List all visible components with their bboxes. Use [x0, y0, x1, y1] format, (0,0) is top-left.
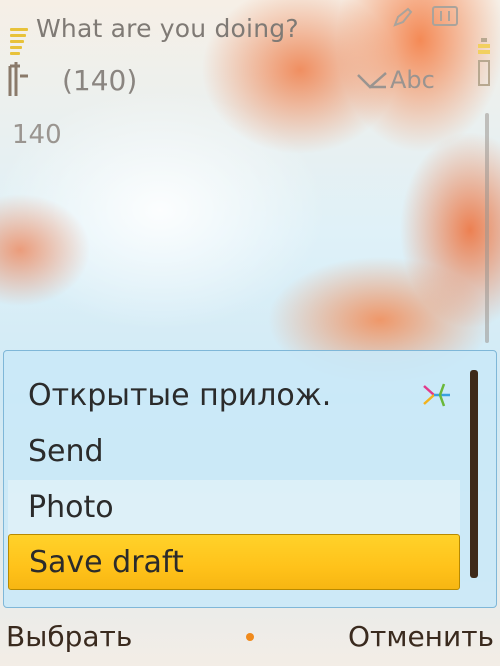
page-title: What are you doing? [36, 14, 299, 43]
text-scrollbar[interactable] [485, 113, 489, 343]
menu-scrollbar[interactable] [470, 370, 478, 578]
input-mode-indicator: Abc [356, 66, 435, 94]
antenna-icon [8, 62, 28, 96]
cancel-softkey[interactable]: Отменить [348, 620, 494, 653]
softkey-bar: Выбрать Отменить [0, 612, 500, 666]
menu-item-send[interactable]: Send [8, 424, 460, 480]
status-bar: What are you doing? (140) Abc [0, 0, 500, 110]
input-mode-label: Abc [390, 66, 435, 94]
battery-icon [476, 38, 492, 88]
edit-icon [393, 7, 413, 27]
keyboard-icon [432, 6, 458, 26]
select-softkey[interactable]: Выбрать [6, 620, 132, 653]
menu-item-save-draft[interactable]: Save draft [8, 534, 460, 590]
menu-item-open-apps[interactable]: Открытые прилож. [8, 368, 460, 424]
pen-input-icon [357, 72, 387, 89]
open-apps-icon [423, 383, 450, 407]
signal-strength-icon [6, 28, 32, 98]
remaining-chars: 140 [12, 120, 62, 150]
menu-item-photo[interactable]: Photo [8, 480, 460, 536]
center-key-indicator[interactable] [246, 633, 254, 641]
char-counter: (140) [62, 64, 138, 97]
